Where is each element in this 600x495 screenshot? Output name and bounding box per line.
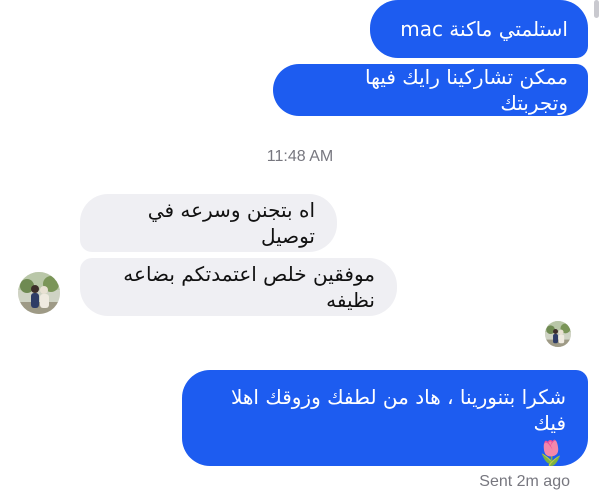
outgoing-message-3[interactable]: شكرا بتنورينا ، هاد من لطفك وزوقك اهلا ف…: [182, 370, 588, 467]
scrollbar[interactable]: [594, 0, 599, 18]
message-text: ممكن تشاركينا رايك فيها وتجربتك: [364, 65, 568, 115]
sender-avatar[interactable]: [18, 272, 60, 314]
message-text: اه بتجنن وسرعه في توصيل: [147, 198, 315, 248]
avatar-photo-icon: [545, 321, 571, 347]
message-text: شكرا بتنورينا ، هاد من لطفك وزوقك اهلا ف…: [230, 385, 566, 435]
chat-thread: استلمتي ماكنة mac ممكن تشاركينا رايك فيه…: [0, 0, 600, 495]
message-text: موفقين خلص اعتمدتكم بضاعه نظيفه: [123, 262, 375, 312]
message-timestamp: 11:48 AM: [266, 148, 334, 165]
outgoing-message-2[interactable]: ممكن تشاركينا رايك فيها وتجربتك: [273, 64, 588, 116]
message-text: استلمتي ماكنة mac: [400, 17, 568, 41]
avatar-photo-icon: [18, 272, 60, 314]
read-receipt-avatar: [545, 321, 571, 347]
incoming-message-1[interactable]: اه بتجنن وسرعه في توصيل: [80, 194, 337, 252]
tulip-emoji: 🌷: [536, 439, 566, 467]
sent-status: Sent 2m ago: [479, 473, 570, 490]
outgoing-message-1[interactable]: استلمتي ماكنة mac: [370, 0, 588, 58]
incoming-message-2[interactable]: موفقين خلص اعتمدتكم بضاعه نظيفه: [80, 258, 397, 316]
